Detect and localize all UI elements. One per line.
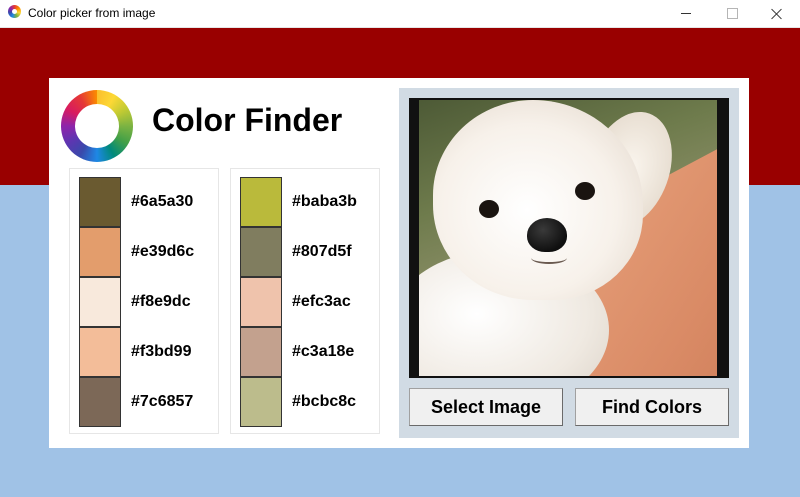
minimize-button[interactable]: [663, 0, 709, 27]
swatch-row: #f8e9dc: [79, 277, 219, 327]
minimize-icon: [681, 13, 691, 14]
hex-code: #6a5a30: [131, 193, 194, 210]
palette-column-right: #baba3b #807d5f #efc3ac #c3a18e #bcbc8c: [230, 168, 380, 434]
color-swatch: [240, 227, 282, 277]
color-swatch: [79, 277, 121, 327]
find-colors-button[interactable]: Find Colors: [575, 388, 729, 426]
swatch-row: #c3a18e: [240, 327, 380, 377]
image-preview-frame: [409, 98, 729, 378]
color-swatch: [240, 277, 282, 327]
swatch-row: #f3bd99: [79, 327, 219, 377]
palette-column-left: #6a5a30 #e39d6c #f8e9dc #f3bd99 #7c6857: [69, 168, 219, 434]
color-wheel-app-icon: [8, 5, 21, 18]
color-swatch: [240, 377, 282, 427]
hex-code: #baba3b: [292, 193, 357, 210]
hex-code: #f8e9dc: [131, 293, 191, 310]
window-title: Color picker from image: [28, 6, 156, 20]
color-swatch: [79, 377, 121, 427]
maximize-icon: [726, 8, 738, 19]
close-button[interactable]: [754, 0, 800, 27]
hex-code: #bcbc8c: [292, 393, 357, 410]
color-swatch: [79, 327, 121, 377]
color-swatch: [240, 327, 282, 377]
title-bar: Color picker from image: [0, 0, 800, 28]
maximize-button[interactable]: [709, 0, 755, 27]
color-swatch: [240, 177, 282, 227]
swatch-row: #bcbc8c: [240, 377, 380, 427]
swatch-row: #6a5a30: [79, 177, 219, 227]
image-panel: Select Image Find Colors: [399, 88, 739, 438]
swatch-row: #e39d6c: [79, 227, 219, 277]
swatch-row: #7c6857: [79, 377, 219, 427]
hex-code: #807d5f: [292, 243, 352, 260]
select-image-button[interactable]: Select Image: [409, 388, 563, 426]
dog-photo: [419, 100, 717, 376]
hex-code: #7c6857: [131, 393, 194, 410]
color-swatch: [79, 177, 121, 227]
hex-code: #c3a18e: [292, 343, 355, 360]
close-icon: [771, 8, 783, 20]
swatch-row: #efc3ac: [240, 277, 380, 327]
swatch-row: #807d5f: [240, 227, 380, 277]
color-swatch: [79, 227, 121, 277]
swatch-row: #baba3b: [240, 177, 380, 227]
hex-code: #f3bd99: [131, 343, 192, 360]
color-wheel-icon: [61, 90, 133, 162]
hex-code: #efc3ac: [292, 293, 351, 310]
hex-code: #e39d6c: [131, 243, 195, 260]
main-card: Color Finder #6a5a30 #e39d6c #f8e9dc #f3…: [49, 78, 749, 448]
app-heading: Color Finder: [152, 102, 343, 138]
